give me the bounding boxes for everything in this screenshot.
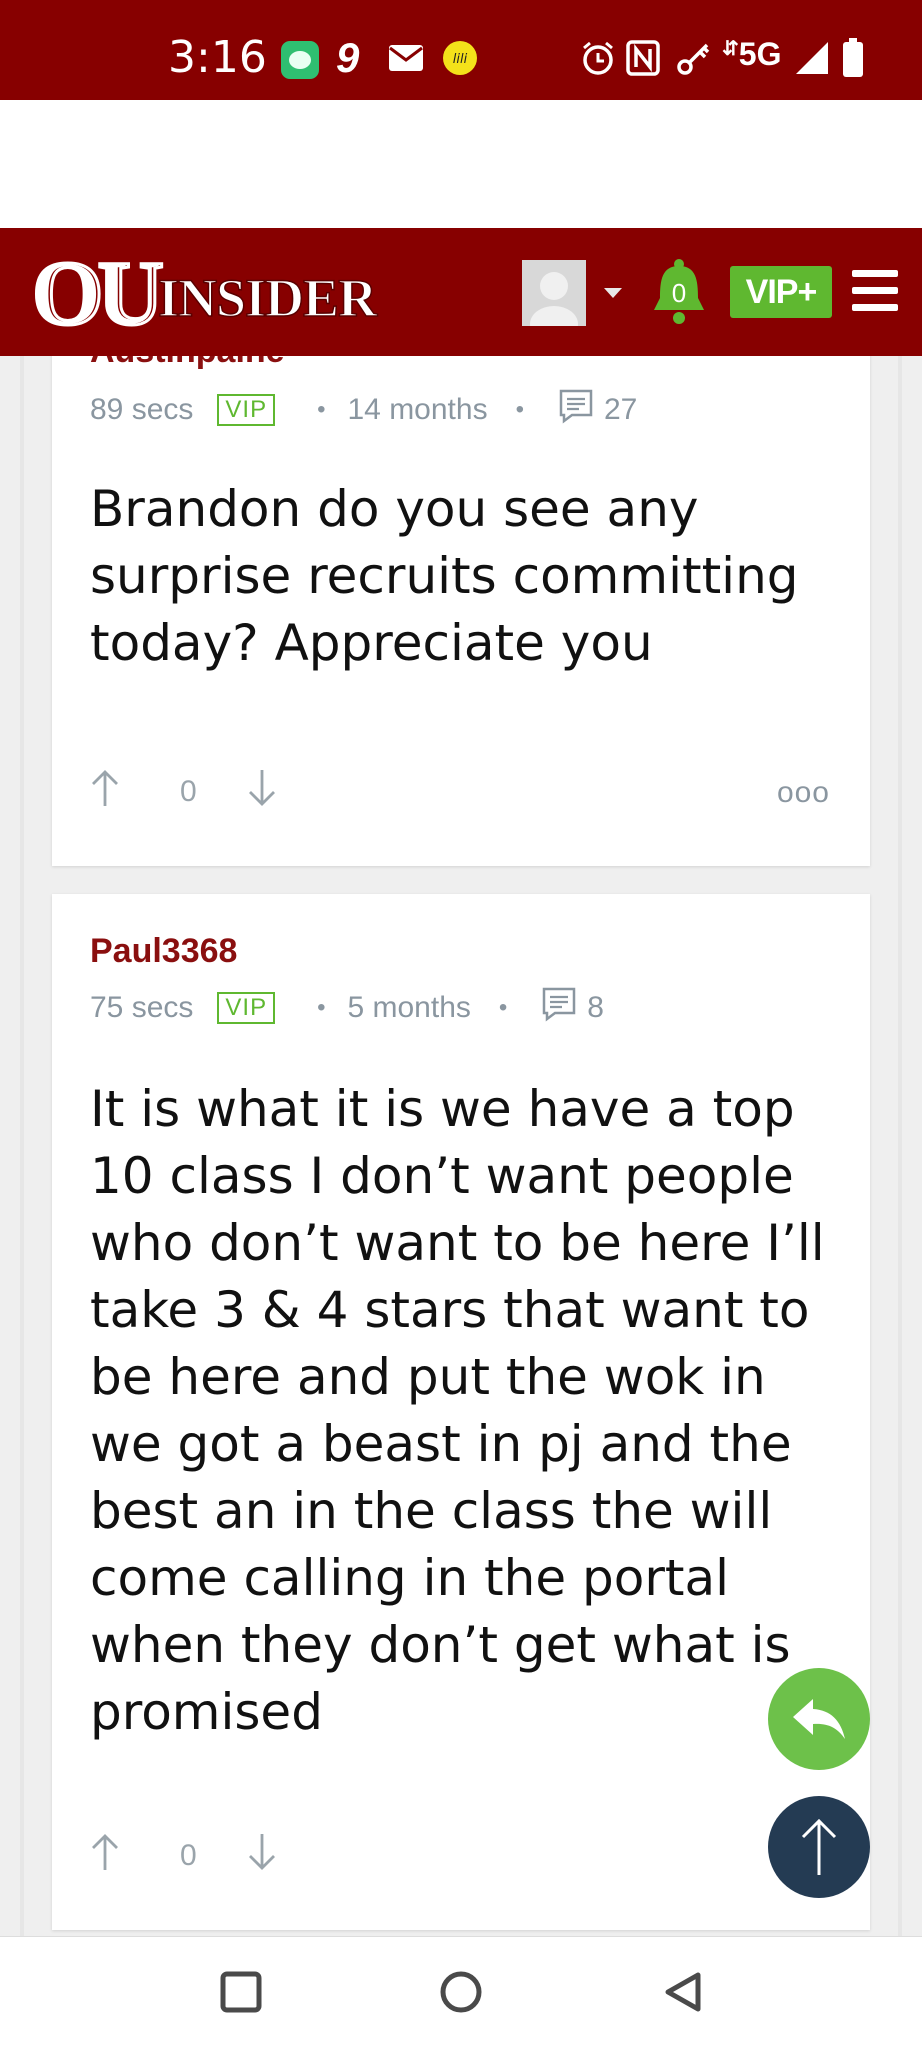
signal-icon: [794, 40, 830, 81]
comment-body: Brandon do you see any surprise recruits…: [90, 480, 799, 672]
downvote-icon[interactable]: [247, 1832, 277, 1880]
upvote-icon[interactable]: [90, 1832, 120, 1880]
replies-icon[interactable]: [541, 986, 577, 1030]
comment-username[interactable]: Paul3368: [90, 932, 237, 971]
vote-controls: 0: [90, 1832, 277, 1880]
comment-card: Austinpaine 89 secs VIP • 14 months • 27…: [52, 356, 870, 866]
comment-meta: 89 secs VIP • 14 months • 27: [90, 388, 637, 432]
network-icon: ⇵5G: [722, 36, 782, 72]
mail-icon: [388, 44, 424, 77]
page-top-spacer: [0, 100, 922, 228]
notification-count: 0: [672, 278, 686, 308]
svg-text:lili: lili: [453, 52, 468, 67]
separator-dot: •: [317, 396, 326, 423]
comment-age: 14 months: [347, 393, 488, 426]
scroll-to-top-button[interactable]: [768, 1796, 870, 1898]
replies-icon[interactable]: [558, 388, 594, 432]
nine-icon: 9: [336, 34, 360, 81]
recents-square-icon[interactable]: [220, 1971, 262, 2018]
system-navigation-bar: [0, 1936, 922, 2048]
downvote-icon[interactable]: [247, 768, 277, 816]
comment-meta: 75 secs VIP • 5 months • 8: [90, 986, 604, 1030]
arrow-up-icon: [801, 1818, 837, 1875]
comment-username[interactable]: Austinpaine: [90, 356, 285, 371]
vote-count: 0: [180, 1839, 197, 1872]
hamburger-menu-icon[interactable]: [852, 270, 898, 317]
vip-plus-button[interactable]: VIP+: [730, 266, 832, 318]
svg-text:OU: OU: [32, 244, 163, 340]
lili-icon: lili: [442, 40, 478, 81]
network-label: 5G: [738, 36, 782, 72]
reply-fab-button[interactable]: [768, 1668, 870, 1770]
svg-text:INSIDER: INSIDER: [158, 268, 378, 328]
vip-badge: VIP: [217, 394, 276, 426]
vip-badge: VIP: [217, 992, 276, 1024]
messages-app-icon: [280, 40, 320, 85]
chevron-down-icon: [604, 288, 622, 298]
status-time: 3:16: [168, 32, 267, 83]
back-triangle-icon[interactable]: [662, 1971, 704, 2018]
comment-age: 5 months: [347, 991, 471, 1024]
alarm-icon: [580, 40, 616, 81]
feed-left-edge: [20, 356, 24, 1936]
vote-count: 0: [180, 775, 197, 808]
ou-insider-logo[interactable]: OU OU INSIDER: [29, 241, 430, 346]
notifications-button[interactable]: 0: [650, 258, 708, 331]
separator-dot: •: [498, 994, 508, 1021]
read-duration: 75 secs: [90, 991, 194, 1024]
feed-right-edge: [898, 356, 902, 1936]
user-avatar-menu[interactable]: [522, 260, 642, 342]
nfc-icon: [626, 40, 660, 81]
vote-controls: 0: [90, 768, 277, 816]
reply-count[interactable]: 27: [604, 393, 637, 427]
home-circle-icon[interactable]: [440, 1971, 482, 2018]
battery-icon: [842, 38, 864, 83]
reply-icon: [793, 1699, 845, 1739]
read-duration: 89 secs: [90, 393, 194, 426]
separator-dot: •: [515, 396, 524, 423]
upvote-icon[interactable]: [90, 768, 120, 816]
more-options-button[interactable]: ooo: [777, 776, 830, 810]
reply-count[interactable]: 8: [587, 991, 604, 1025]
comment-card: Paul3368 75 secs VIP • 5 months • 8 It i…: [52, 894, 870, 1930]
separator-dot: •: [317, 994, 326, 1021]
comment-body: It is what it is we have a top 10 class …: [90, 1080, 825, 1741]
status-bar: 3:16 9 lili ⇵5G: [0, 0, 922, 100]
key-icon: [676, 40, 712, 81]
